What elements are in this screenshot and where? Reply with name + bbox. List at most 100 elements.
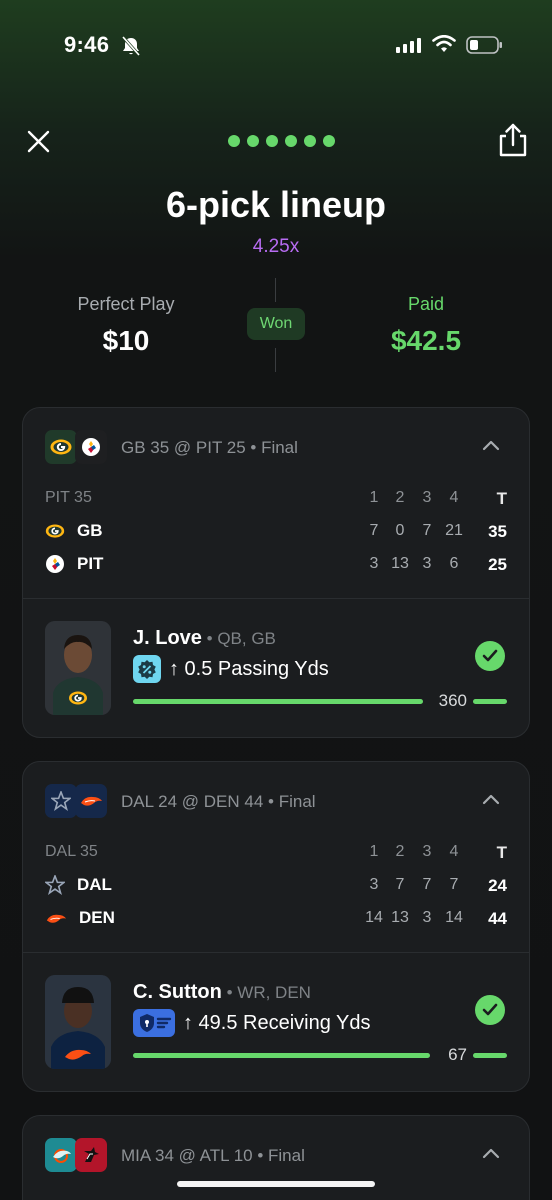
page-dot xyxy=(266,135,278,147)
quarter-score: 21 xyxy=(445,522,463,539)
total-header: T xyxy=(496,489,507,508)
quarter-header: 4 xyxy=(449,489,459,506)
page-title: 6-pick lineup xyxy=(165,184,387,225)
pick-line: ↑ 49.5 Receiving Yds xyxy=(183,1011,371,1034)
page-dot xyxy=(228,135,240,147)
broncos-logo-icon xyxy=(75,784,107,818)
quarter-header: 4 xyxy=(449,843,459,860)
bell-slash-icon xyxy=(121,36,141,56)
divider xyxy=(23,598,529,599)
quarter-header: 3 xyxy=(422,489,432,506)
steelers-logo-icon xyxy=(75,430,107,464)
steelers-logo-icon xyxy=(46,555,64,573)
play-type-label: Perfect Play xyxy=(77,294,175,314)
quarter-score: 7 xyxy=(449,876,459,893)
divider xyxy=(275,348,276,372)
player-name: J. Love xyxy=(133,627,202,649)
team-name: GB xyxy=(77,521,103,540)
top-nav xyxy=(0,122,552,162)
cowboys-logo-icon xyxy=(45,784,77,818)
game-summary: GB 35 @ PIT 25 • Final xyxy=(121,438,298,457)
chevron-up-icon[interactable] xyxy=(481,438,501,452)
entry-column: Perfect Play $10 xyxy=(26,294,226,357)
team-logos xyxy=(45,1138,107,1172)
page-dot xyxy=(247,135,259,147)
player-headshot xyxy=(45,975,111,1069)
game-header[interactable]: MIA 34 @ ATL 10 • Final xyxy=(45,1138,507,1172)
progress-bar xyxy=(133,1053,430,1058)
lineup-summary: Perfect Play $10 Won Paid $42.5 xyxy=(0,276,552,376)
game-summary: MIA 34 @ ATL 10 • Final xyxy=(121,1146,305,1165)
pick-card[interactable]: DAL 24 @ DEN 44 • Final DAL 35 1 2 3 4 T… xyxy=(22,761,530,1092)
quarter-score: 6 xyxy=(449,555,459,572)
quarter-header: 1 xyxy=(369,489,379,506)
total-score: 44 xyxy=(488,909,507,928)
shield-boost-icon xyxy=(133,1009,175,1037)
quarter-score: 3 xyxy=(422,555,432,572)
progress-tail xyxy=(473,699,507,704)
quarter-score: 0 xyxy=(395,522,405,539)
paid-label: Paid xyxy=(407,294,445,314)
quarter-header: 1 xyxy=(369,843,379,860)
divider xyxy=(275,278,276,302)
quarter-score: 14 xyxy=(445,909,463,926)
chevron-up-icon[interactable] xyxy=(481,1146,501,1160)
share-icon[interactable] xyxy=(496,122,530,158)
quarter-score: 13 xyxy=(391,909,409,926)
paid-amount: $42.5 xyxy=(390,325,462,356)
team-row: DEN xyxy=(45,907,115,929)
status-badge: Won xyxy=(247,308,305,340)
dolphins-logo-icon xyxy=(45,1138,77,1172)
total-score: 25 xyxy=(488,555,507,574)
game-summary: DAL 24 @ DEN 44 • Final xyxy=(121,792,316,811)
status-bar: 9:46 xyxy=(0,0,552,90)
pick-card[interactable]: GB 35 @ PIT 25 • Final PIT 35 1 2 3 4 T … xyxy=(22,407,530,738)
quarter-score: 13 xyxy=(391,555,409,572)
wifi-icon xyxy=(432,35,456,52)
home-indicator[interactable] xyxy=(177,1181,375,1187)
entry-amount: $10 xyxy=(102,325,150,356)
payout-column: Paid $42.5 xyxy=(326,294,526,357)
quarter-score: 3 xyxy=(422,909,432,926)
quarter-header: 2 xyxy=(395,489,405,506)
pick-card[interactable]: MIA 34 @ ATL 10 • Final xyxy=(22,1115,530,1200)
battery-icon xyxy=(466,36,502,54)
player-position: • WR, DEN xyxy=(221,983,311,1002)
check-icon xyxy=(475,995,505,1025)
progress-bar xyxy=(133,699,423,704)
packers-logo-icon xyxy=(45,430,77,464)
chevron-up-icon[interactable] xyxy=(481,792,501,806)
cowboys-logo-icon xyxy=(45,875,65,895)
total-score: 24 xyxy=(488,876,507,895)
broncos-logo-icon xyxy=(46,914,67,923)
quarter-score: 7 xyxy=(422,876,432,893)
packers-logo-icon xyxy=(45,524,65,538)
pick-line: ↑ 0.5 Passing Yds xyxy=(169,657,329,680)
team-logos xyxy=(45,784,107,818)
result-value: 360 xyxy=(438,691,467,710)
quarter-header: 2 xyxy=(395,843,405,860)
quarter-score: 7 xyxy=(395,876,405,893)
game-header[interactable]: GB 35 @ PIT 25 • Final xyxy=(45,430,507,464)
result-value: 67 xyxy=(448,1045,467,1064)
signal-icon xyxy=(396,37,421,53)
player-name: C. Sutton xyxy=(133,981,222,1003)
progress-tail xyxy=(473,1053,507,1058)
pick-row: ↑ 49.5 Receiving Yds xyxy=(133,1008,371,1038)
team-logos xyxy=(45,430,107,464)
total-header: T xyxy=(496,843,507,862)
quarter-score: 7 xyxy=(422,522,432,539)
page-dot xyxy=(323,135,335,147)
team-row: DAL xyxy=(45,874,112,896)
page-dots xyxy=(228,135,335,147)
page-dot xyxy=(304,135,316,147)
divider xyxy=(23,952,529,953)
game-header[interactable]: DAL 24 @ DEN 44 • Final xyxy=(45,784,507,818)
team-row: PIT xyxy=(45,553,103,575)
player-name-line: C. Sutton • WR, DEN xyxy=(133,981,311,1004)
total-score: 35 xyxy=(488,522,507,541)
close-icon[interactable] xyxy=(24,126,54,156)
pick-row: ↑ 0.5 Passing Yds xyxy=(133,654,329,684)
player-headshot xyxy=(45,621,111,715)
status-time: 9:46 xyxy=(64,32,110,57)
